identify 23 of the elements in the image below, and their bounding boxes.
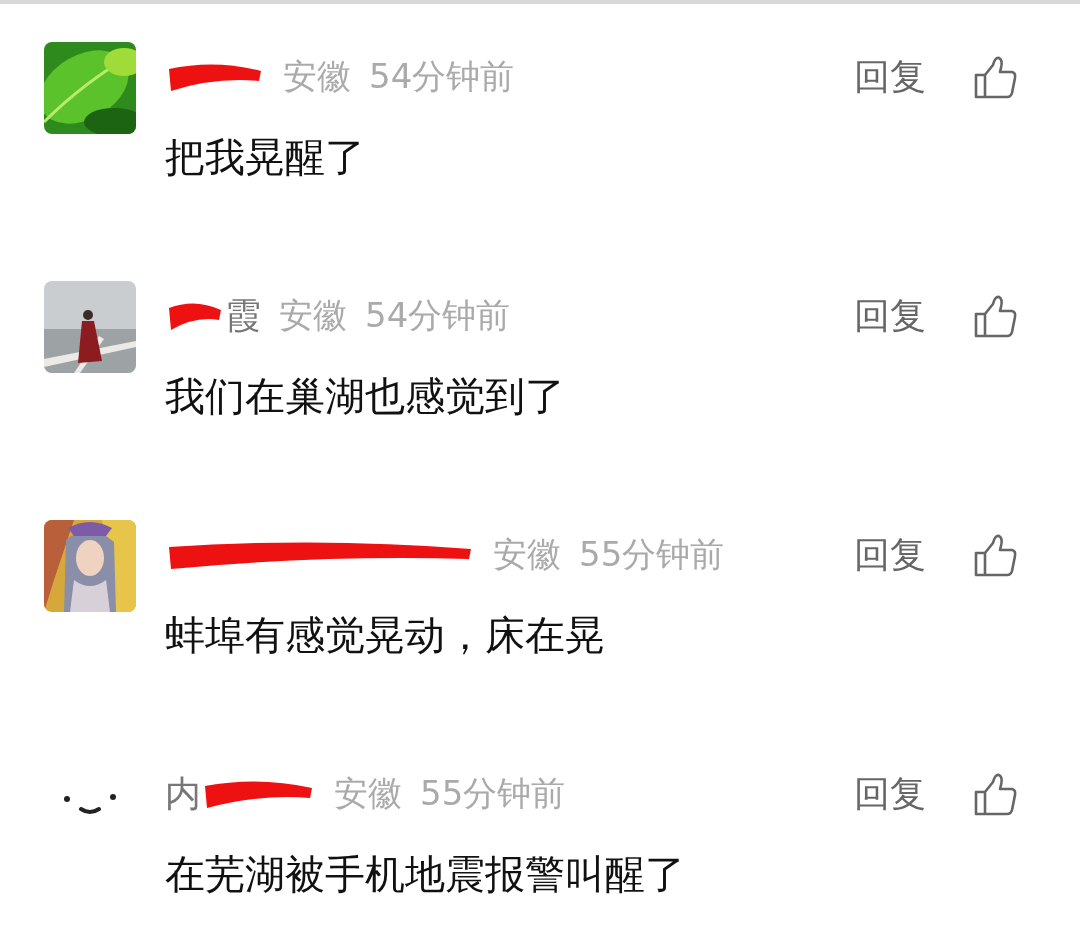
- location-label: 安徽: [493, 533, 561, 576]
- thumbs-up-icon[interactable]: [974, 772, 1018, 816]
- comment-text: 我们在巢湖也感觉到了: [165, 372, 566, 421]
- reply-button[interactable]: 回复: [854, 769, 926, 819]
- location-label: 安徽: [279, 294, 347, 337]
- thumbs-up-icon[interactable]: [974, 55, 1018, 99]
- user-name: 霞: [225, 293, 261, 338]
- thumbs-up-icon[interactable]: [974, 294, 1018, 338]
- reply-button[interactable]: 回复: [854, 52, 926, 102]
- thumbs-up-icon[interactable]: [974, 533, 1018, 577]
- comment-text: 把我晃醒了: [165, 133, 366, 182]
- smiley-icon: [64, 794, 116, 816]
- timestamp: 55分钟前: [420, 772, 566, 815]
- timestamp: 54分钟前: [365, 294, 511, 337]
- user-name: 内: [165, 771, 201, 816]
- location-label: 安徽: [334, 772, 402, 815]
- reply-button[interactable]: 回复: [854, 291, 926, 341]
- timestamp: 54分钟前: [369, 55, 515, 98]
- location-label: 安徽: [283, 55, 351, 98]
- timestamp: 55分钟前: [579, 533, 725, 576]
- comment-text: 蚌埠有感觉晃动，床在晃: [165, 611, 606, 660]
- comment-text: 在芜湖被手机地震报警叫醒了: [165, 850, 686, 899]
- reply-button[interactable]: 回复: [854, 530, 926, 580]
